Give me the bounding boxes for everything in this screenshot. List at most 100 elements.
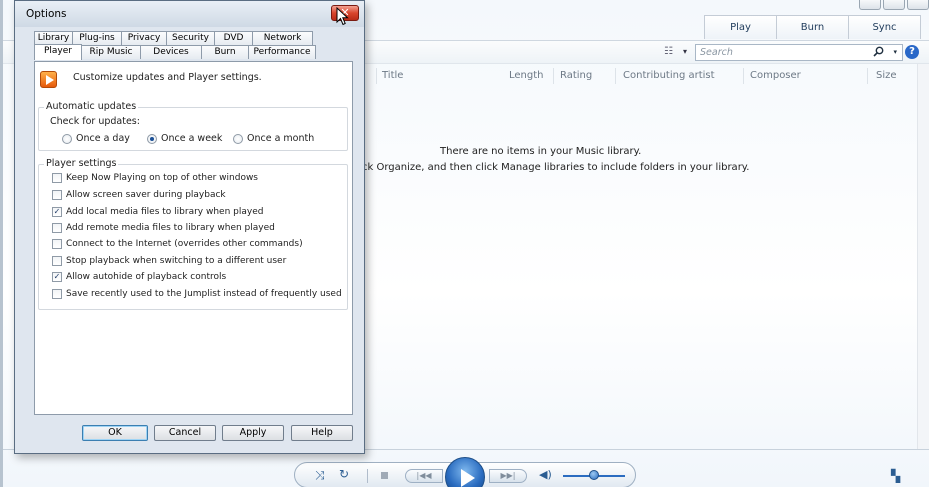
volume-slider-thumb[interactable] [589, 470, 599, 480]
tab-play[interactable]: Play [704, 15, 777, 39]
controls-separator [367, 469, 368, 483]
checkbox-allow-autohide-controls[interactable]: ✓ Allow autohide of playback controls [52, 272, 226, 282]
checkbox-label: Add remote media files to library when p… [66, 223, 275, 233]
radio-once-a-month[interactable]: Once a month [233, 133, 314, 144]
tab-security[interactable]: Security [166, 31, 215, 45]
tab-row-top: Library Plug-ins Privacy Security DVD Ne… [34, 31, 313, 45]
tab-player[interactable]: Player [34, 44, 82, 60]
checkbox-add-local-media-files[interactable]: ✓ Add local media files to library when … [52, 207, 263, 217]
radio-button[interactable] [62, 133, 72, 144]
tab-burn[interactable]: Burn [776, 15, 849, 39]
checkbox[interactable] [52, 239, 62, 249]
checkbox-save-recently-used-jumplist[interactable]: Save recently used to the Jumplist inste… [52, 289, 342, 299]
checkbox-label: Save recently used to the Jumplist inste… [66, 289, 342, 299]
previous-button[interactable]: |◀◀ [405, 469, 443, 483]
view-options-icon[interactable]: ☷ [664, 46, 673, 57]
tab-row-bottom: Player Rip Music Devices Burn Performanc… [34, 44, 316, 60]
column-size[interactable]: Size [876, 70, 897, 81]
checkbox[interactable] [52, 190, 62, 200]
checkbox-label: Allow screen saver during playback [66, 190, 226, 200]
checkbox[interactable] [52, 289, 62, 299]
search-placeholder: Search [700, 47, 733, 58]
window-controls [859, 0, 929, 10]
checkbox[interactable] [52, 223, 62, 233]
repeat-icon[interactable]: ↻ [339, 467, 349, 481]
search-dropdown-icon[interactable]: ▾ [893, 48, 897, 56]
tab-plug-ins[interactable]: Plug-ins [72, 31, 122, 45]
checkbox-keep-now-playing-on-top[interactable]: Keep Now Playing on top of other windows [52, 173, 258, 183]
tab-sync[interactable]: Sync [848, 15, 921, 39]
ok-button[interactable]: OK [82, 425, 148, 441]
tab-privacy[interactable]: Privacy [121, 31, 167, 45]
tab-devices[interactable]: Devices [140, 45, 202, 59]
empty-library-hint: ck Organize, and then click Manage libra… [362, 162, 750, 173]
player-settings-panel: Customize updates and Player settings. A… [34, 61, 353, 415]
tab-network[interactable]: Network [252, 31, 313, 45]
close-window-button[interactable] [907, 0, 929, 10]
column-separator [743, 68, 744, 84]
checkbox[interactable]: ✓ [52, 207, 62, 217]
checkbox-label: Connect to the Internet (overrides other… [66, 239, 303, 249]
checkbox[interactable] [52, 173, 62, 183]
play-glyph [46, 75, 54, 85]
shuffle-icon[interactable]: ⤨ [315, 468, 325, 483]
tab-library[interactable]: Library [34, 31, 73, 45]
player-settings-legend: Player settings [44, 158, 119, 169]
radio-once-a-day[interactable]: Once a day [62, 133, 130, 144]
mouse-cursor-icon [336, 7, 349, 26]
checkbox-label: Keep Now Playing on top of other windows [66, 173, 258, 183]
help-icon[interactable]: ? [905, 45, 919, 59]
cancel-button[interactable]: Cancel [154, 425, 216, 441]
checkbox-label: Stop playback when switching to a differ… [66, 256, 287, 266]
checkbox-allow-screen-saver[interactable]: Allow screen saver during playback [52, 190, 226, 200]
maximize-button[interactable] [883, 0, 905, 10]
tab-burn[interactable]: Burn [201, 45, 249, 59]
media-player-icon [40, 71, 57, 88]
column-composer[interactable]: Composer [750, 70, 801, 81]
play-icon [461, 469, 475, 487]
tab-dvd[interactable]: DVD [214, 31, 253, 45]
radio-label: Once a month [247, 133, 315, 144]
tab-performance[interactable]: Performance [248, 45, 316, 59]
minimize-button[interactable] [859, 0, 881, 10]
next-button[interactable]: ▶▶| [489, 469, 527, 483]
view-options-dropdown-icon[interactable]: ▾ [683, 47, 687, 56]
options-dialog: Options ✕ Library Plug-ins Privacy Secur… [14, 0, 365, 454]
checkbox-stop-playback-switching-user[interactable]: Stop playback when switching to a differ… [52, 256, 286, 266]
checkbox-label: Add local media files to library when pl… [66, 207, 264, 217]
checkbox-connect-to-internet[interactable]: Connect to the Internet (overrides other… [52, 239, 303, 249]
automatic-updates-legend: Automatic updates [44, 101, 139, 112]
help-button[interactable]: Help [291, 425, 353, 441]
player-tabs: Play Burn Sync [704, 15, 921, 39]
checkbox-add-remote-media-files[interactable]: Add remote media files to library when p… [52, 223, 275, 233]
stop-button[interactable] [381, 472, 388, 479]
checkbox[interactable] [52, 256, 62, 266]
apply-button[interactable]: Apply [222, 425, 284, 441]
dialog-title-bar[interactable]: Options ✕ [15, 1, 364, 27]
column-separator [553, 68, 554, 84]
column-contributing-artist[interactable]: Contributing artist [623, 70, 715, 81]
vertical-scrollbar[interactable] [917, 64, 929, 450]
column-rating[interactable]: Rating [560, 70, 592, 81]
window-left-edge [0, 0, 3, 487]
player-settings-group: Player settings Keep Now Playing on top … [38, 158, 348, 310]
search-input[interactable]: Search ▾ [695, 44, 903, 61]
radio-label: Once a week [161, 133, 223, 144]
column-title[interactable]: Title [382, 70, 403, 81]
play-button[interactable] [445, 457, 485, 487]
check-for-updates-label: Check for updates: [50, 116, 140, 127]
switch-to-now-playing-icon[interactable]: ▚ [891, 469, 900, 483]
tab-rip-music[interactable]: Rip Music [81, 45, 141, 59]
search-icon[interactable] [873, 46, 884, 60]
playback-controls: ⤨ ↻ |◀◀ ▶▶| ◀) [294, 457, 636, 487]
radio-button[interactable] [147, 133, 157, 144]
radio-label: Once a day [76, 133, 130, 144]
radio-button[interactable] [233, 133, 243, 144]
volume-icon[interactable]: ◀) [539, 468, 552, 481]
column-length[interactable]: Length [509, 70, 544, 81]
panel-description: Customize updates and Player settings. [73, 72, 262, 83]
column-separator [615, 68, 616, 84]
checkbox[interactable]: ✓ [52, 272, 62, 282]
radio-once-a-week[interactable]: Once a week [147, 133, 222, 144]
empty-library-message: There are no items in your Music library… [440, 146, 642, 157]
